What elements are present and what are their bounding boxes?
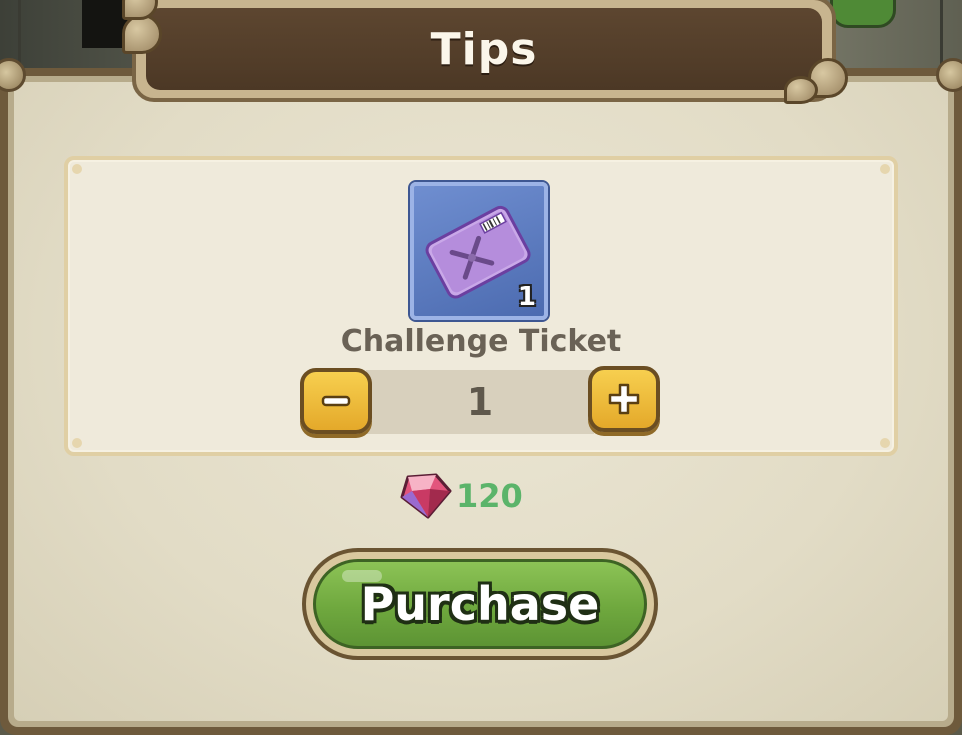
title-plaque-inner: Tips <box>146 8 822 90</box>
item-name: Challenge Ticket <box>340 324 622 359</box>
plus-icon <box>607 382 641 416</box>
increase-quantity-button[interactable] <box>588 366 660 432</box>
item-count: 1 <box>517 282 536 312</box>
quantity-value: 1 <box>466 380 494 424</box>
panel-dot <box>72 438 82 448</box>
purchase-label: Purchase <box>360 577 600 631</box>
price-amount: 120 <box>456 477 523 515</box>
panel-dot <box>72 164 82 174</box>
panel-dot <box>880 438 890 448</box>
panel-dot <box>880 164 890 174</box>
purchase-button-face: Purchase <box>313 559 647 649</box>
dialog-title: Tips <box>430 23 538 75</box>
price: 120 <box>396 470 523 522</box>
decrease-quantity-button[interactable] <box>300 368 372 434</box>
leaf-ornament <box>784 76 818 104</box>
button-shine <box>342 570 382 582</box>
purchase-button[interactable]: Purchase <box>302 548 658 660</box>
minus-icon <box>319 384 353 418</box>
leaf-ornament <box>122 14 162 54</box>
quantity-stepper[interactable]: 1 <box>366 370 594 434</box>
corner-ornament <box>936 58 962 92</box>
gem-icon <box>400 473 452 519</box>
title-plaque: Tips <box>132 0 836 102</box>
challenge-ticket-icon[interactable]: 1 <box>410 182 548 320</box>
background-button <box>830 0 896 28</box>
